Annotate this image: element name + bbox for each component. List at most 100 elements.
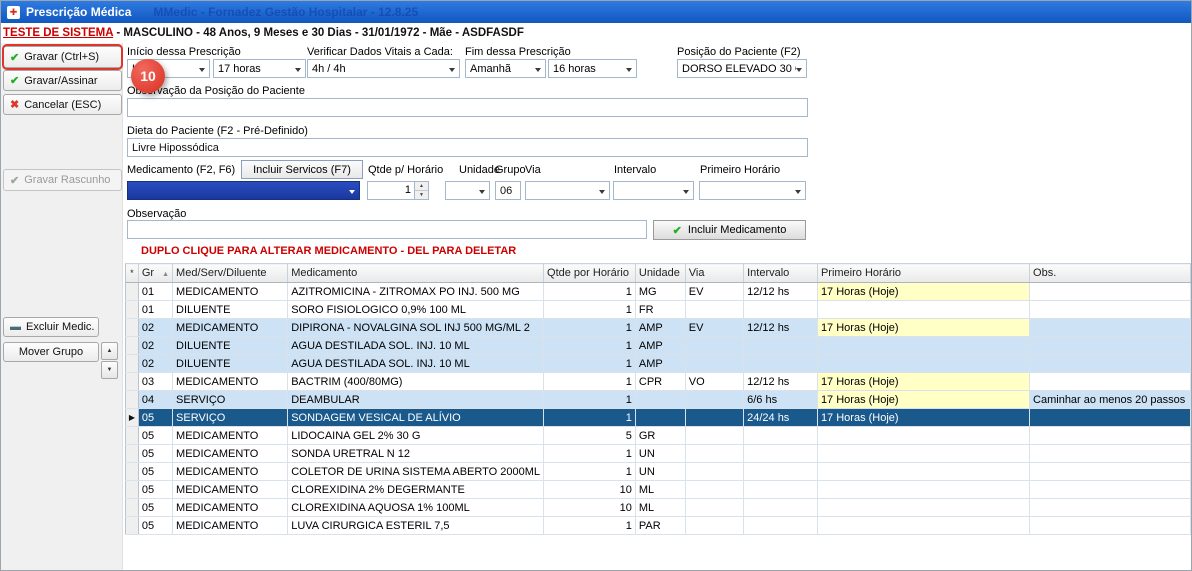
cell-tipo[interactable]: DILUENTE: [173, 337, 288, 355]
intervalo-select[interactable]: [613, 181, 694, 200]
cell-via[interactable]: EV: [685, 283, 743, 301]
cell-gr[interactable]: 05: [138, 409, 172, 427]
cell-tipo[interactable]: MEDICAMENTO: [173, 427, 288, 445]
fim-day-select[interactable]: Amanhã: [465, 59, 546, 78]
cell-gr[interactable]: 02: [138, 337, 172, 355]
cell-qtde[interactable]: 1: [544, 517, 636, 535]
cell-gr[interactable]: 03: [138, 373, 172, 391]
cell-intervalo[interactable]: 6/6 hs: [744, 391, 818, 409]
grid-header-selector[interactable]: *: [126, 264, 139, 283]
cell-primeiro-horario[interactable]: [817, 355, 1029, 373]
incluir-servicos-button[interactable]: Incluir Servicos (F7): [241, 160, 363, 179]
cancel-button[interactable]: ✖ Cancelar (ESC): [3, 94, 122, 115]
cell-gr[interactable]: 04: [138, 391, 172, 409]
grid-header-medicamento[interactable]: Medicamento: [288, 264, 544, 283]
cell-obs[interactable]: Caminhar ao menos 20 passos: [1030, 391, 1191, 409]
table-row[interactable]: 05MEDICAMENTOCLOREXIDINA AQUOSA 1% 100ML…: [126, 499, 1191, 517]
cell-unidade[interactable]: [635, 391, 685, 409]
move-group-button[interactable]: Mover Grupo: [3, 342, 99, 362]
cell-medicamento[interactable]: SONDA URETRAL N 12: [288, 445, 544, 463]
cell-tipo[interactable]: MEDICAMENTO: [173, 481, 288, 499]
cell-medicamento[interactable]: CLOREXIDINA 2% DEGERMANTE: [288, 481, 544, 499]
cell-obs[interactable]: [1030, 445, 1191, 463]
cell-via[interactable]: EV: [685, 319, 743, 337]
cell-qtde[interactable]: 10: [544, 481, 636, 499]
cell-medicamento[interactable]: LIDOCAINA GEL 2% 30 G: [288, 427, 544, 445]
row-selector[interactable]: [126, 373, 139, 391]
cell-medicamento[interactable]: SORO FISIOLOGICO 0,9% 100 ML: [288, 301, 544, 319]
cell-gr[interactable]: 05: [138, 463, 172, 481]
cell-primeiro-horario[interactable]: [817, 481, 1029, 499]
grid-header-unidade[interactable]: Unidade: [635, 264, 685, 283]
cell-tipo[interactable]: MEDICAMENTO: [173, 283, 288, 301]
cell-unidade[interactable]: CPR: [635, 373, 685, 391]
row-selector[interactable]: ▶: [126, 409, 139, 427]
row-selector[interactable]: [126, 301, 139, 319]
cell-gr[interactable]: 02: [138, 355, 172, 373]
table-row[interactable]: 05MEDICAMENTOCLOREXIDINA 2% DEGERMANTE10…: [126, 481, 1191, 499]
cell-obs[interactable]: [1030, 319, 1191, 337]
primeiro-horario-select[interactable]: [699, 181, 806, 200]
cell-intervalo[interactable]: [744, 481, 818, 499]
cell-primeiro-horario[interactable]: [817, 499, 1029, 517]
table-row[interactable]: ▶05SERVIÇOSONDAGEM VESICAL DE ALÍVIO124/…: [126, 409, 1191, 427]
table-row[interactable]: 01DILUENTESORO FISIOLOGICO 0,9% 100 ML1F…: [126, 301, 1191, 319]
grid-header-primeiro-horario[interactable]: Primeiro Horário: [817, 264, 1029, 283]
grid-header-via[interactable]: Via: [685, 264, 743, 283]
cell-obs[interactable]: [1030, 355, 1191, 373]
stepper-buttons[interactable]: ▲ ▼: [414, 182, 428, 199]
grid-header-med-serv-diluente[interactable]: Med/Serv/Diluente: [173, 264, 288, 283]
row-selector[interactable]: [126, 463, 139, 481]
table-row[interactable]: 05MEDICAMENTOCOLETOR DE URINA SISTEMA AB…: [126, 463, 1191, 481]
cell-intervalo[interactable]: 12/12 hs: [744, 373, 818, 391]
cell-medicamento[interactable]: DEAMBULAR: [288, 391, 544, 409]
cell-via[interactable]: [685, 499, 743, 517]
cell-primeiro-horario[interactable]: 17 Horas (Hoje): [817, 391, 1029, 409]
row-selector[interactable]: [126, 355, 139, 373]
cell-via[interactable]: [685, 481, 743, 499]
cell-medicamento[interactable]: DIPIRONA - NOVALGINA SOL INJ 500 MG/ML 2: [288, 319, 544, 337]
cell-primeiro-horario[interactable]: [817, 463, 1029, 481]
cell-unidade[interactable]: UN: [635, 463, 685, 481]
cell-obs[interactable]: [1030, 373, 1191, 391]
cell-tipo[interactable]: DILUENTE: [173, 301, 288, 319]
cell-obs[interactable]: [1030, 499, 1191, 517]
incluir-medicamento-button[interactable]: ✔ Incluir Medicamento: [653, 220, 806, 240]
table-row[interactable]: 02DILUENTEAGUA DESTILADA SOL. INJ. 10 ML…: [126, 355, 1191, 373]
cell-primeiro-horario[interactable]: [817, 517, 1029, 535]
cell-intervalo[interactable]: [744, 301, 818, 319]
cell-qtde[interactable]: 1: [544, 283, 636, 301]
cell-medicamento[interactable]: AGUA DESTILADA SOL. INJ. 10 ML: [288, 355, 544, 373]
table-row[interactable]: 02DILUENTEAGUA DESTILADA SOL. INJ. 10 ML…: [126, 337, 1191, 355]
cell-via[interactable]: [685, 337, 743, 355]
cell-qtde[interactable]: 1: [544, 319, 636, 337]
grid-header-qtde-por-horario[interactable]: Qtde por Horário: [544, 264, 636, 283]
cell-unidade[interactable]: AMP: [635, 319, 685, 337]
save-draft-button[interactable]: ✔ Gravar Rascunho: [3, 169, 122, 191]
arrow-up-icon[interactable]: ▲: [415, 182, 428, 191]
table-row[interactable]: 05MEDICAMENTOSONDA URETRAL N 121UN: [126, 445, 1191, 463]
cell-qtde[interactable]: 1: [544, 355, 636, 373]
cell-unidade[interactable]: UN: [635, 445, 685, 463]
cell-tipo[interactable]: SERVIÇO: [173, 409, 288, 427]
cell-intervalo[interactable]: 12/12 hs: [744, 283, 818, 301]
cell-primeiro-horario[interactable]: 17 Horas (Hoje): [817, 319, 1029, 337]
table-row[interactable]: 05MEDICAMENTOLIDOCAINA GEL 2% 30 G5GR: [126, 427, 1191, 445]
cell-tipo[interactable]: MEDICAMENTO: [173, 319, 288, 337]
cell-obs[interactable]: [1030, 481, 1191, 499]
cell-intervalo[interactable]: [744, 463, 818, 481]
cell-unidade[interactable]: AMP: [635, 355, 685, 373]
row-selector[interactable]: [126, 481, 139, 499]
cell-obs[interactable]: [1030, 337, 1191, 355]
cell-unidade[interactable]: MG: [635, 283, 685, 301]
unidade-select[interactable]: [445, 181, 490, 200]
table-row[interactable]: 03MEDICAMENTOBACTRIM (400/80MG)1CPRVO12/…: [126, 373, 1191, 391]
save-sign-button[interactable]: ✔ Gravar/Assinar: [3, 70, 122, 91]
row-selector[interactable]: [126, 499, 139, 517]
cell-qtde[interactable]: 1: [544, 337, 636, 355]
cell-via[interactable]: [685, 355, 743, 373]
title-bar[interactable]: ✚ Prescrição Médica MMedic - Fornadez Ge…: [1, 1, 1192, 23]
cell-gr[interactable]: 05: [138, 427, 172, 445]
inicio-time-select[interactable]: 17 horas: [213, 59, 306, 78]
delete-medication-button[interactable]: ▬ Excluir Medic.: [3, 317, 99, 337]
